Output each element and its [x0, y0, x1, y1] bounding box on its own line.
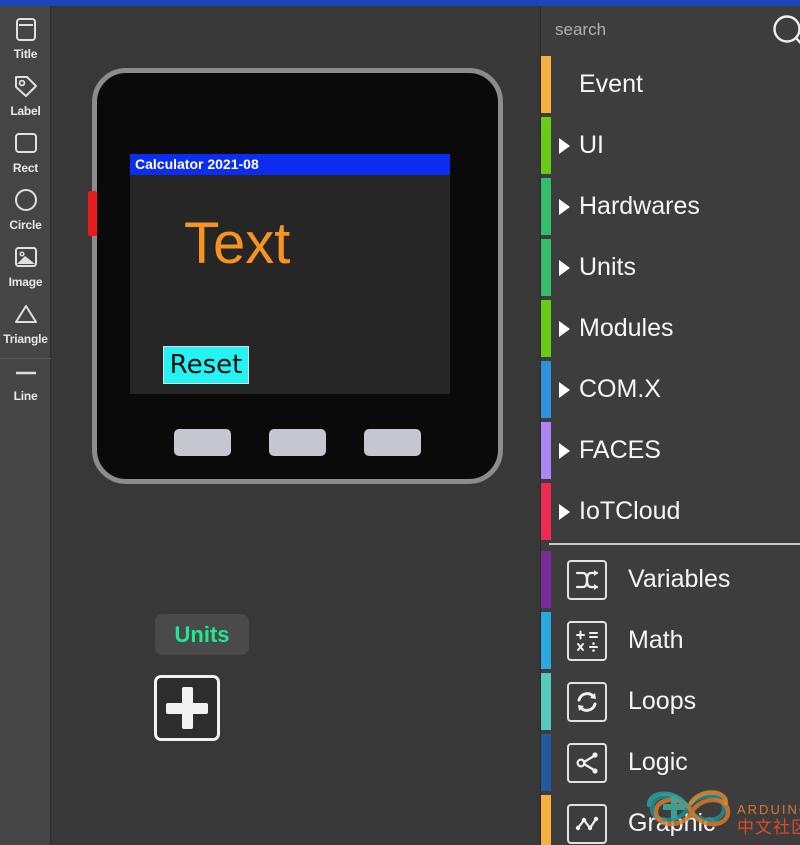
chevron-right-icon [559, 442, 570, 459]
category-color-swatch [541, 178, 551, 235]
line-icon [9, 365, 43, 381]
chevron-right-icon [559, 259, 570, 276]
device-simulator[interactable]: Calculator 2021-08 Text Reset [88, 68, 503, 484]
category-label: Hardwares [579, 192, 700, 220]
category-color-swatch [541, 239, 551, 296]
plus-icon-vertical [181, 687, 193, 729]
palette-search-row [541, 6, 800, 54]
shuffle-icon [567, 559, 607, 600]
label-tag-icon [9, 69, 43, 103]
category-color-swatch [541, 361, 551, 418]
tool-label: Triangle [3, 332, 48, 346]
category-hardwares[interactable]: Hardwares [541, 176, 800, 237]
category-event[interactable]: Event [541, 54, 800, 115]
category-color-swatch [541, 117, 551, 174]
category-label: Event [579, 70, 643, 98]
tool-label: Label [10, 104, 41, 118]
device-key-b[interactable] [269, 429, 326, 456]
math-operators-icon [567, 620, 607, 661]
tool-label: Line [13, 389, 38, 403]
tool-rect[interactable]: Rect [0, 126, 51, 183]
logic-node-icon [567, 742, 607, 783]
block-label: Math [628, 626, 684, 654]
toolbar-divider [0, 358, 51, 359]
category-iotcloud[interactable]: IoTCloud [541, 481, 800, 542]
category-label: IoTCloud [579, 497, 681, 525]
image-icon [9, 240, 43, 274]
screen-title-bar[interactable]: Calculator 2021-08 [130, 154, 450, 175]
units-chip-label: Units [174, 621, 230, 647]
category-label: Units [579, 253, 636, 281]
block-color-swatch [541, 734, 551, 791]
block-color-swatch [541, 612, 551, 669]
units-block-chip[interactable]: Units [155, 614, 249, 655]
chevron-right-icon [559, 503, 570, 520]
device-screen[interactable]: Calculator 2021-08 Text Reset [130, 154, 450, 394]
circle-icon [9, 183, 43, 217]
screen-text-label[interactable]: Text [184, 215, 290, 273]
block-color-swatch [541, 795, 551, 845]
tool-circle[interactable]: Circle [0, 183, 51, 240]
tool-line[interactable]: Line [0, 365, 51, 422]
screen-reset-button[interactable]: Reset [163, 346, 249, 384]
palette-category-list: Event UI Hardwares Units Modules COM.X F… [541, 54, 800, 542]
block-color-swatch [541, 673, 551, 730]
device-button-row [97, 429, 498, 456]
tool-label: Rect [12, 161, 39, 175]
chevron-right-icon [559, 137, 570, 154]
block-graphic[interactable]: Graphic [541, 793, 800, 845]
category-units[interactable]: Units [541, 237, 800, 298]
block-label: Variables [628, 565, 731, 593]
block-palette-panel: Event UI Hardwares Units Modules [540, 6, 800, 845]
category-label: Modules [579, 314, 674, 342]
category-color-swatch [541, 300, 551, 357]
rectangle-icon [9, 126, 43, 160]
device-key-c[interactable] [364, 429, 421, 456]
design-canvas[interactable]: Calculator 2021-08 Text Reset Units [51, 6, 540, 845]
chevron-right-icon [559, 198, 570, 215]
tool-label[interactable]: Label [0, 69, 51, 126]
category-label: FACES [579, 436, 661, 464]
tool-title[interactable]: Title [0, 12, 51, 69]
title-icon [9, 12, 43, 46]
block-label: Loops [628, 687, 697, 715]
block-math[interactable]: Math [541, 610, 800, 671]
palette-block-list: Variables Math Loops Logic Graphic [541, 549, 800, 845]
tool-label: Circle [9, 218, 42, 232]
tool-triangle[interactable]: Triangle [0, 297, 51, 354]
category-comx[interactable]: COM.X [541, 359, 800, 420]
block-logic[interactable]: Logic [541, 732, 800, 793]
refresh-loop-icon [567, 681, 607, 722]
category-faces[interactable]: FACES [541, 420, 800, 481]
add-unit-button[interactable] [154, 675, 220, 741]
block-variables[interactable]: Variables [541, 549, 800, 610]
category-color-swatch [541, 483, 551, 540]
uiflow-editor-window: Title Label Rect Circle Image Triangle L… [0, 0, 800, 845]
search-input[interactable] [541, 20, 741, 40]
category-color-swatch [541, 56, 551, 113]
category-label: COM.X [579, 375, 661, 403]
tool-image[interactable]: Image [0, 240, 51, 297]
left-tool-sidebar: Title Label Rect Circle Image Triangle L… [0, 6, 51, 845]
tool-label: Image [8, 275, 43, 289]
block-label: Logic [628, 748, 688, 776]
graph-line-icon [567, 803, 607, 844]
category-ui[interactable]: UI [541, 115, 800, 176]
block-label: Graphic [628, 809, 716, 837]
block-loops[interactable]: Loops [541, 671, 800, 732]
chevron-right-icon [559, 381, 570, 398]
block-color-swatch [541, 551, 551, 608]
palette-divider [549, 543, 800, 545]
chevron-right-icon [559, 320, 570, 337]
triangle-icon [9, 297, 43, 331]
category-color-swatch [541, 422, 551, 479]
category-label: UI [579, 131, 604, 159]
category-modules[interactable]: Modules [541, 298, 800, 359]
device-power-button[interactable] [88, 191, 97, 236]
search-icon[interactable] [770, 12, 800, 52]
device-key-a[interactable] [174, 429, 231, 456]
tool-label: Title [13, 47, 38, 61]
